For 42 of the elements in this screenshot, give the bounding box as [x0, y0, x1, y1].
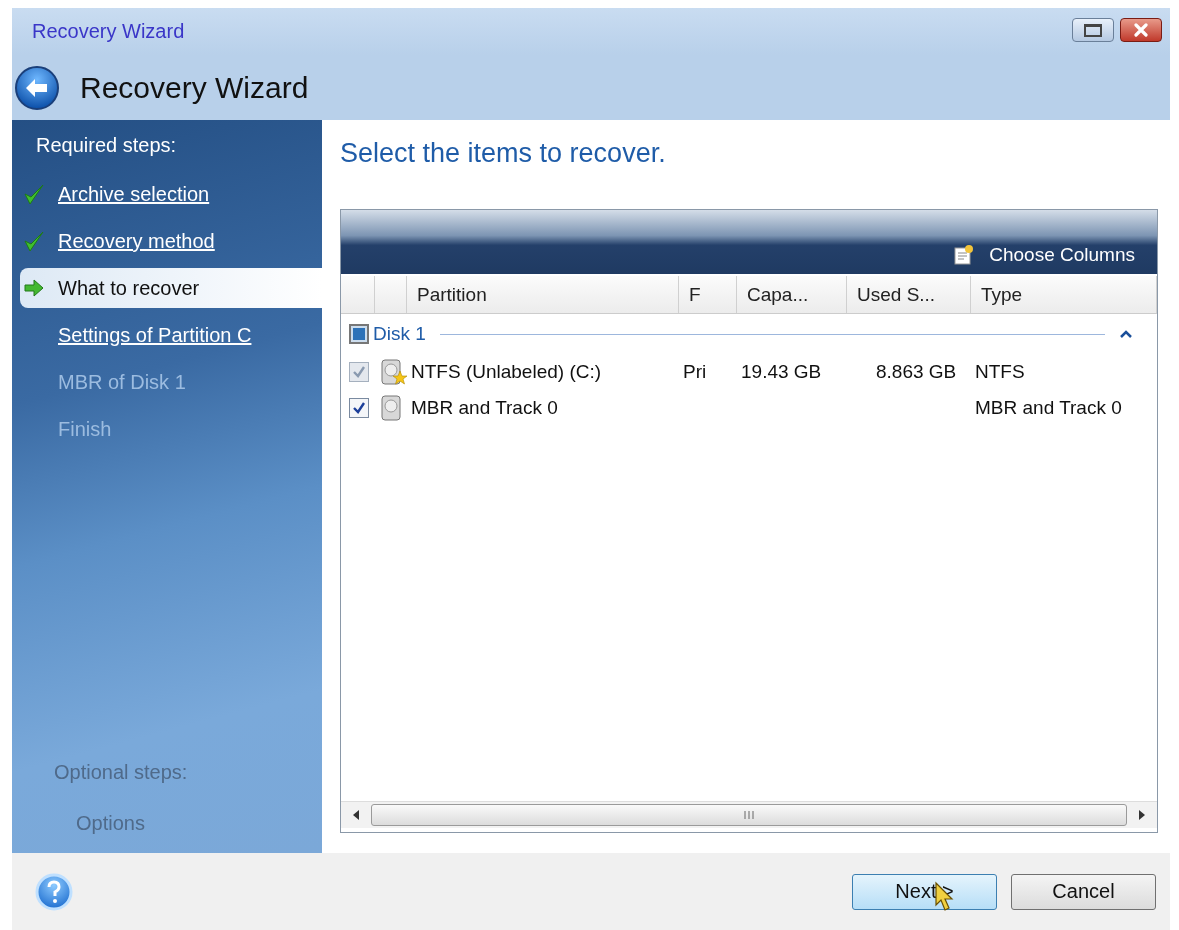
table-cell-text: MBR and Track 0	[410, 397, 559, 419]
steps-heading: Optional steps:	[53, 761, 189, 784]
step-item: Options	[75, 812, 146, 835]
check-icon	[24, 183, 44, 206]
window-title: Recovery Wizard	[32, 20, 185, 43]
restore-button[interactable]	[1072, 18, 1114, 42]
checkbox[interactable]	[349, 398, 369, 418]
scroll-thumb[interactable]	[371, 804, 1127, 826]
note-icon	[953, 244, 976, 266]
right-arrow-icon[interactable]	[1137, 809, 1147, 821]
step-item[interactable]: Archive selection	[12, 171, 322, 218]
steps-heading: Required steps:	[35, 134, 178, 157]
close-button[interactable]	[1120, 18, 1162, 42]
table-cell-text: NTFS (Unlabeled) (C:)	[410, 361, 603, 383]
help-button[interactable]	[34, 871, 74, 912]
column-header[interactable]: Type	[971, 276, 1157, 313]
column-header[interactable]: F	[679, 276, 737, 313]
drive-star-icon	[379, 358, 407, 386]
cancel-button[interactable]: Cancel	[1011, 873, 1156, 910]
back-button[interactable]	[14, 64, 60, 111]
step-item[interactable]: Recovery method	[12, 218, 322, 265]
table-cell-text: 8.863 GB	[875, 361, 958, 383]
step-item: Finish	[57, 417, 113, 442]
step-item: MBR of Disk 1	[57, 370, 187, 395]
step-item[interactable]: Settings of Partition C	[12, 312, 322, 359]
page-heading: Select the items to recover.	[340, 138, 667, 169]
chevron-icon[interactable]	[1119, 329, 1133, 339]
table-cell-text: Pri	[682, 361, 708, 383]
horizontal-scrollbar[interactable]	[341, 801, 1157, 828]
column-header[interactable]: Partition	[407, 276, 679, 313]
check-icon	[24, 230, 44, 253]
current-step[interactable]: What to recover	[20, 268, 322, 308]
table-cell-text: 19.43 GB	[740, 361, 823, 383]
arrow-icon	[24, 279, 44, 297]
choose-columns-button[interactable]: Choose Columns	[953, 244, 1135, 266]
wizard-title: Recovery Wizard	[80, 70, 309, 105]
left-arrow-icon[interactable]	[351, 809, 361, 821]
group-label: Disk 1	[373, 323, 426, 345]
table-cell-text: MBR and Track 0	[974, 397, 1123, 419]
column-header[interactable]: Capa...	[737, 276, 847, 313]
table-cell-text: NTFS	[974, 361, 1026, 383]
column-header[interactable]: Used S...	[847, 276, 971, 313]
